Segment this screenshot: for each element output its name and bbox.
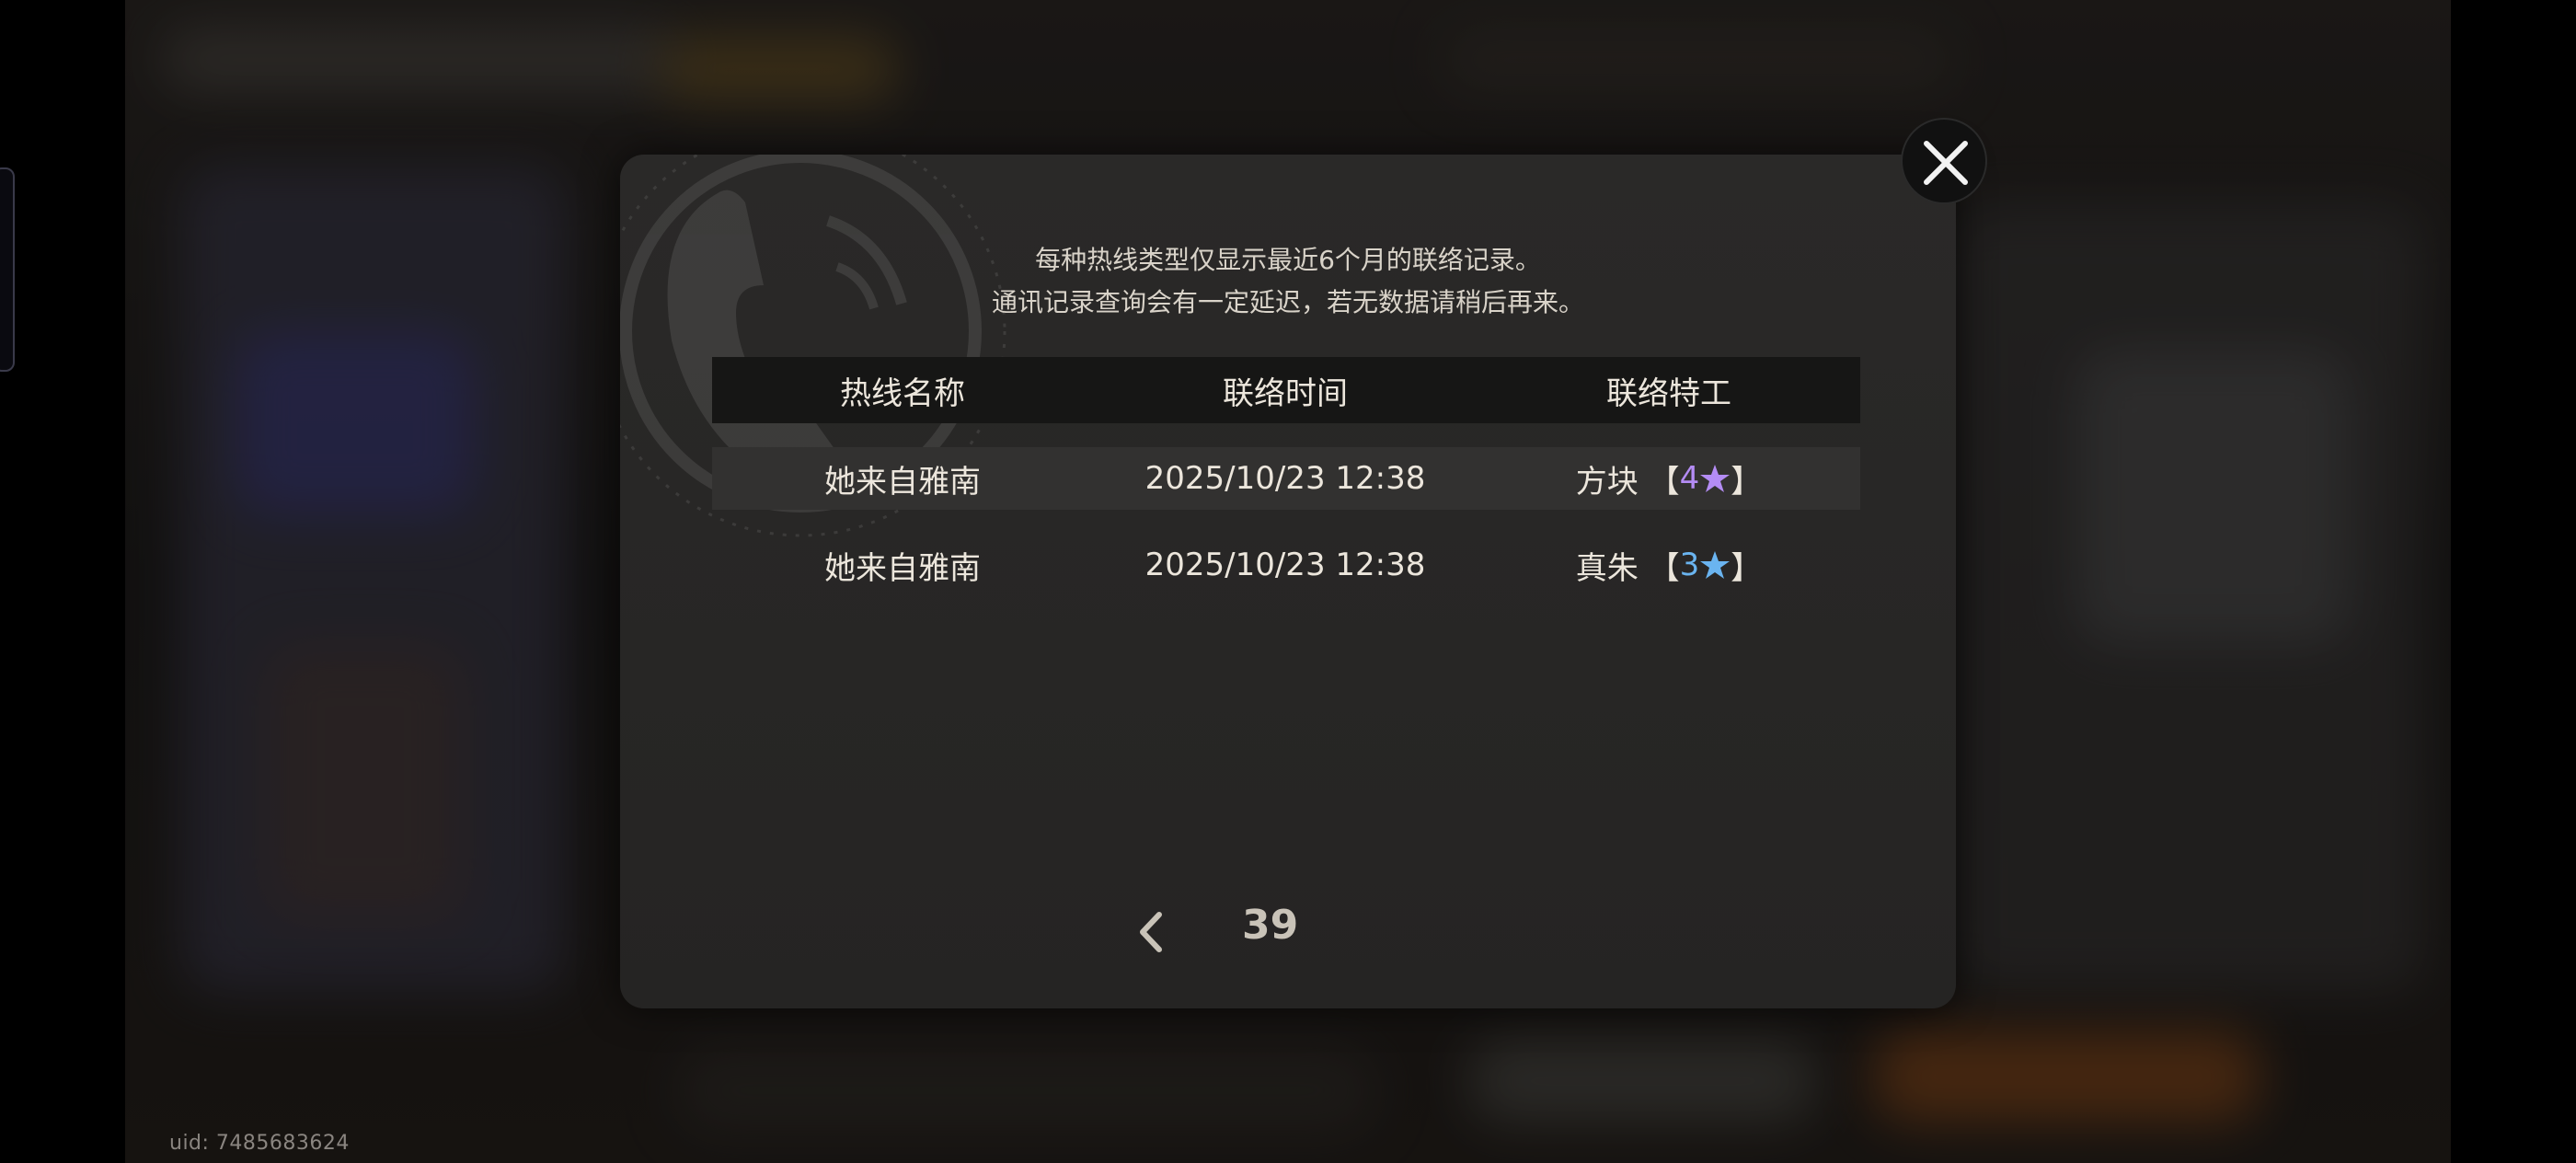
notice-line-1: 每种热线类型仅显示最近6个月的联络记录。 xyxy=(1035,245,1541,275)
purple-star-icon xyxy=(1700,465,1731,492)
contact-record-dialog: 每种热线类型仅显示最近6个月的联络记录。 通讯记录查询会有一定延迟，若无数据请稍… xyxy=(620,155,1956,1008)
table-row: 她来自雅南 2025/10/23 12:38 方块 【4 】 xyxy=(712,447,1860,510)
chevron-left-icon[interactable] xyxy=(1133,909,1170,955)
uid-label: uid: 7485683624 xyxy=(169,1132,350,1155)
bracket-open: 【 xyxy=(1648,463,1680,501)
contact-time: 2025/10/23 12:38 xyxy=(1144,460,1426,497)
blue-star-icon xyxy=(1700,551,1731,579)
bracket-close: 】 xyxy=(1731,463,1763,501)
column-header-hotline: 热线名称 xyxy=(840,374,965,412)
table-row: 她来自雅南 2025/10/23 12:38 真朱 【3 】 xyxy=(712,534,1860,596)
close-icon xyxy=(1924,141,1968,185)
bracket-open: 【 xyxy=(1648,549,1680,587)
close-button[interactable] xyxy=(1901,118,1987,204)
agent-name: 方块 xyxy=(1575,463,1639,501)
column-header-time: 联络时间 xyxy=(1223,374,1348,412)
agent-cell: 方块 【4 】 xyxy=(1478,456,1860,501)
column-header-agent: 联络特工 xyxy=(1606,374,1731,412)
pagination: 39 xyxy=(620,900,1956,964)
agent-name: 真朱 xyxy=(1575,549,1639,587)
table-header: 热线名称 联络时间 联络特工 xyxy=(712,357,1860,423)
page-number: 39 xyxy=(1242,902,1299,949)
hotline-name: 她来自雅南 xyxy=(824,463,981,501)
notice-line-2: 通讯记录查询会有一定延迟，若无数据请稍后再来。 xyxy=(991,287,1584,317)
side-edge-tab[interactable] xyxy=(0,167,15,372)
agent-rank: 3 xyxy=(1679,547,1700,583)
agent-rank: 4 xyxy=(1679,460,1700,497)
bracket-close: 】 xyxy=(1731,549,1763,587)
hotline-name: 她来自雅南 xyxy=(824,549,981,587)
agent-cell: 真朱 【3 】 xyxy=(1478,543,1860,588)
contact-time: 2025/10/23 12:38 xyxy=(1144,547,1426,583)
